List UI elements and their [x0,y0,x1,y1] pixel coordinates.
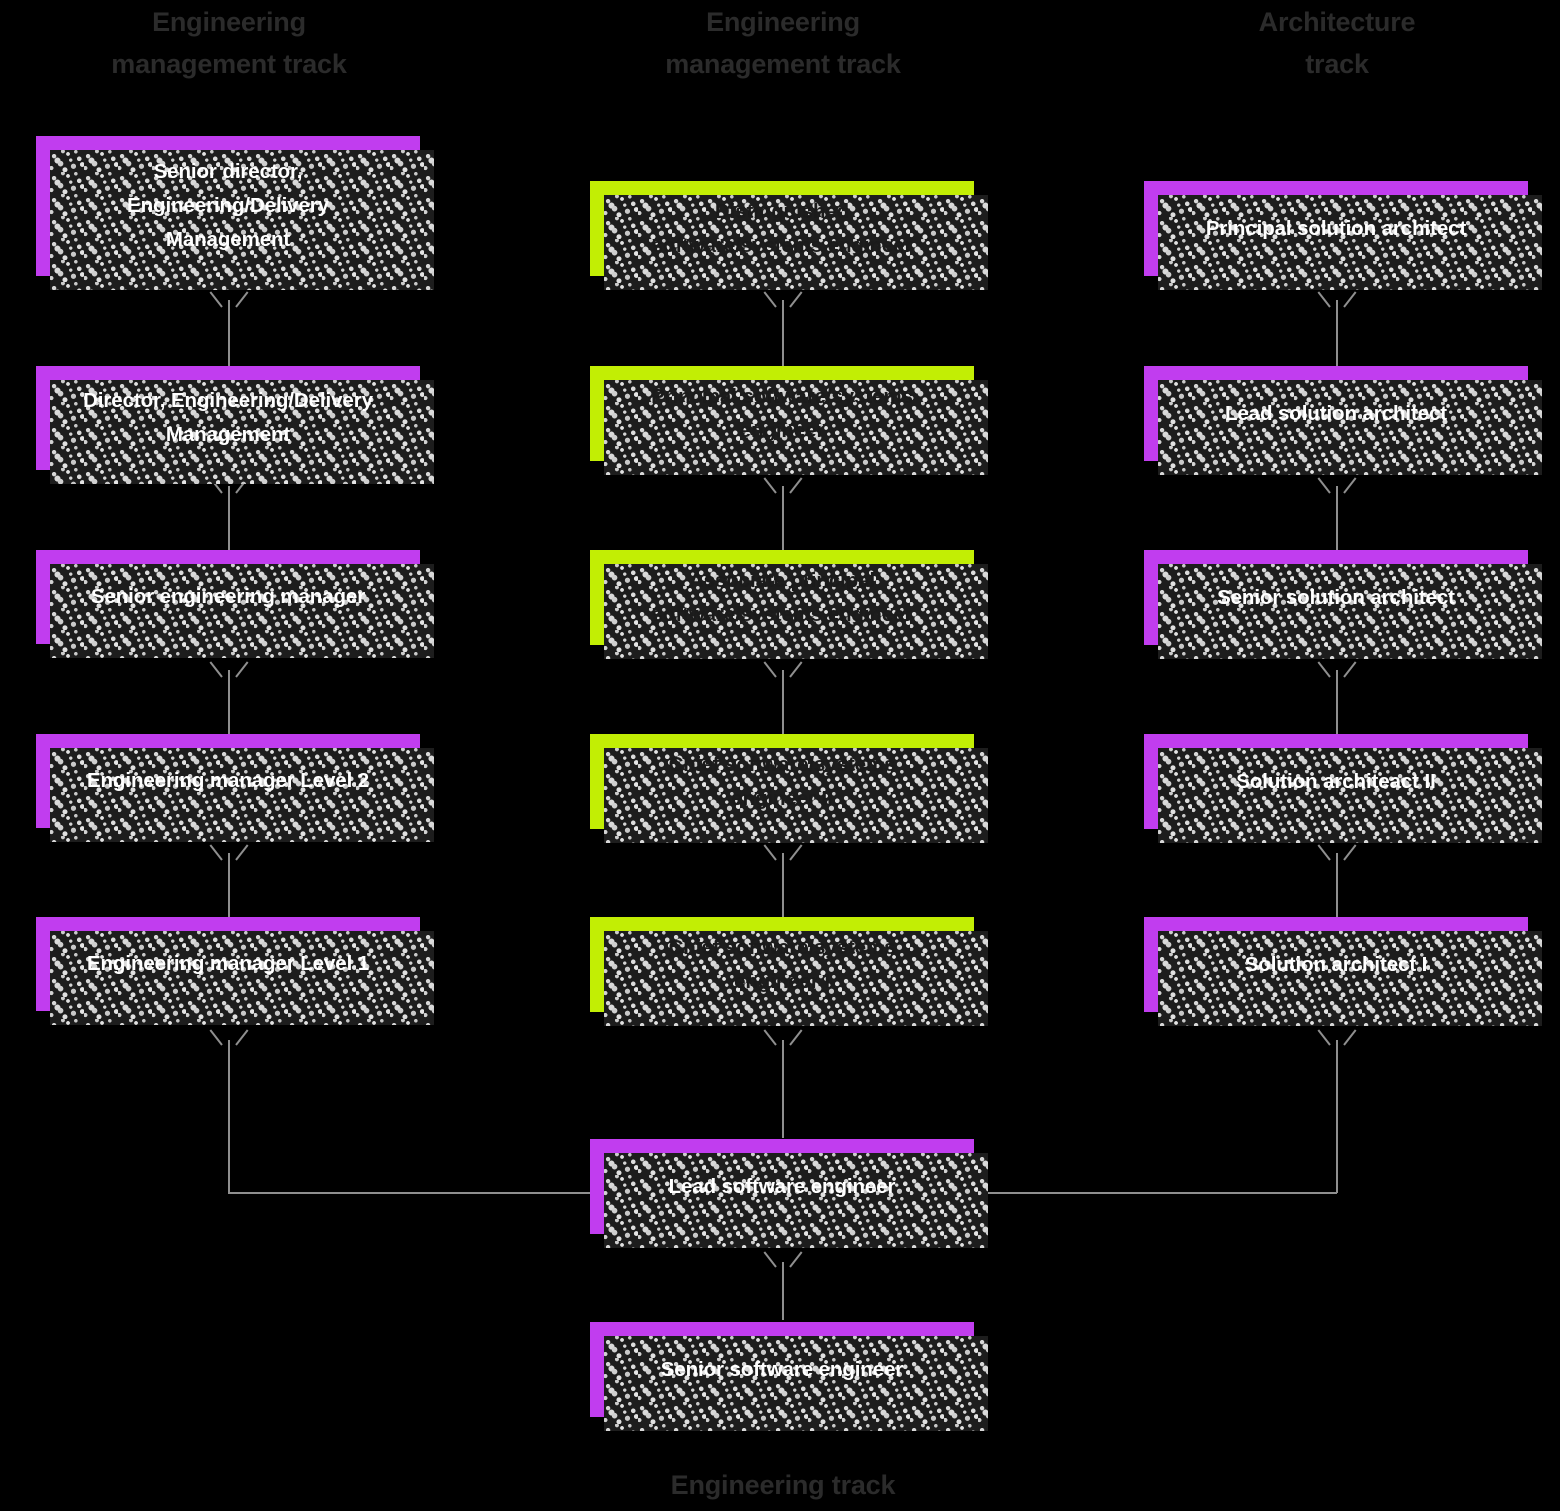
track-heading-engineering-track: Engineering track [670,1470,896,1500]
node-label: Engineering manager Level 2 [86,769,370,793]
node-senior-director-engineering-delivery-management[interactable]: Senior director, Engineering/Delivery Ma… [36,136,434,290]
connector-seniorsa-to-leadsa [1336,486,1338,560]
connector-assocprincipal-to-principal [782,486,784,560]
node-principal-software-systems-engineer[interactable]: Principal software/systems engineer [590,366,988,475]
arrowhead-principal-solution-architect [1324,288,1350,304]
connector-lead-to-chief1 [782,1040,784,1138]
node-label: Senior software engineer [660,1357,904,1381]
node-principal-solution-architect[interactable]: Principal solution architect [1144,181,1542,290]
connector-seniorem-to-director [228,853,230,927]
connector-director-to-seniordirector [228,300,230,374]
node-senior-engineering-manager[interactable]: Senior engineering manager [36,550,434,658]
node-label: Senior solution architect [1217,585,1455,609]
diagram-canvas: Engineering management track Engineering… [0,0,1560,1511]
connector-chief1-to-chief2 [782,853,784,927]
arrowhead-distinguished-engineer [770,288,796,304]
node-label: Chief software/systems engineer I [668,935,896,993]
track-heading-engineering-management-left: Engineering management track [111,7,347,79]
connector-lead-to-em1-horizontal [228,1192,591,1194]
arrowhead-solution-architect-i-branch [1324,1026,1350,1042]
node-label: Principal software/systems engineer [651,384,913,442]
node-label: Engineering manager Level 1 [86,952,370,976]
connector-lead-to-em1-vertical [228,1040,230,1193]
track-heading-architecture: Architecture track [1258,7,1416,79]
node-director-engineering-delivery-management[interactable]: Director, Engineering/Delivery Managemen… [36,366,434,484]
node-label: Senior engineering manager [90,585,366,609]
node-associate-principal-software-systems-engineer[interactable]: Associate principal software/systems eng… [590,550,988,659]
arrowhead-solution-architect-ii [1324,841,1350,857]
node-label: Solution architeact II [1236,769,1436,793]
node-label: Director, Engineering/Delivery Managemen… [83,389,373,446]
node-label: Senior director, Engineering/Delivery Ma… [127,160,329,251]
node-lead-solution-architect[interactable]: Lead solution architect [1144,366,1542,475]
node-lead-software-engineer[interactable]: Lead software engineer [590,1139,988,1248]
arrowhead-lead-solution-architect [1324,474,1350,490]
arrowhead-principal-engineer [770,474,796,490]
connector-em1-to-em2 [228,486,230,560]
arrowhead-eng-manager-l1 [216,841,242,857]
arrowhead-eng-manager-l2 [216,658,242,674]
node-label: Associate principal software/systems eng… [651,568,913,626]
node-label: Principal solution architect [1205,216,1467,240]
arrowhead-senior-director [216,288,242,304]
node-engineering-manager-level-2[interactable]: Engineering manager Level 2 [36,734,434,842]
node-senior-solution-architect[interactable]: Senior solution architect [1144,550,1542,659]
connector-em2-to-senior-em [228,670,230,744]
arrowhead-lead-software-engineer [770,1248,796,1264]
connector-principal-to-distinguished [782,300,784,374]
node-engineering-manager-level-1[interactable]: Engineering manager Level 1 [36,917,434,1025]
node-label: Solution architect I [1244,952,1428,976]
connector-lead-to-sa1-horizontal [975,1192,1337,1194]
arrowhead-chief-engineer-ii [770,841,796,857]
connector-sa1-to-sa2 [1336,853,1338,927]
node-label: Distinguished software/systems engineer [651,199,913,257]
node-label: Lead solution architect [1224,401,1448,425]
node-chief-software-systems-engineer-i[interactable]: Chief software/systems engineer I [590,917,988,1026]
arrowhead-chief-engineer-i [770,1026,796,1042]
node-senior-software-engineer[interactable]: Senior software engineer [590,1322,988,1431]
connector-seniorswe-to-leadswe [782,1262,784,1320]
node-solution-architeact-ii[interactable]: Solution architeact II [1144,734,1542,843]
node-solution-architect-i[interactable]: Solution architect I [1144,917,1542,1026]
node-distinguished-software-systems-engineer[interactable]: Distinguished software/systems engineer [590,181,988,290]
connector-sa2-to-seniorsa [1336,670,1338,744]
node-label: Chief software/systems engineer II [668,752,896,810]
arrowhead-assoc-principal-engineer [770,658,796,674]
arrowhead-eng-manager-l1-branch [216,1026,242,1042]
node-chief-software-systems-engineer-ii[interactable]: Chief software/systems engineer II [590,734,988,843]
node-label: Lead software engineer [668,1174,896,1198]
connector-lead-to-sa1-vertical [1336,1040,1338,1193]
arrowhead-senior-solution-architect [1324,658,1350,674]
connector-chief2-to-assocprincipal [782,670,784,744]
track-heading-engineering-management-mid: Engineering management track [665,7,901,79]
connector-leadsa-to-principalsa [1336,300,1338,374]
